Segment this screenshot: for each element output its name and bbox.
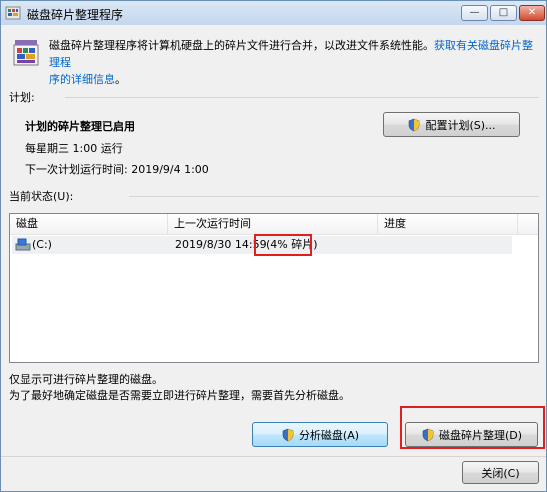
schedule-next-run: 下一次计划运行时间: 2019/9/4 1:00 — [25, 163, 209, 176]
footer-divider — [1, 456, 546, 457]
note-analyze-first: 为了最好地确定磁盘是否需要立即进行碎片整理，需要首先分析磁盘。 — [9, 389, 350, 402]
uac-shield-icon — [409, 118, 420, 131]
analyze-disk-label: 分析磁盘(A) — [298, 428, 360, 442]
schedule-divider — [65, 97, 539, 98]
minimize-button[interactable]: — — [461, 5, 488, 21]
configure-schedule-button[interactable]: 配置计划(S)... — [383, 112, 520, 137]
uac-shield-icon — [282, 428, 294, 441]
defrag-app-icon — [5, 6, 21, 20]
note-defraggable-only: 仅显示可进行碎片整理的磁盘。 — [9, 373, 163, 386]
close-button-label: 关闭(C) — [481, 466, 520, 480]
help-link-part2[interactable]: 序的详细信息 — [49, 73, 115, 86]
close-button[interactable]: 关闭(C) — [462, 461, 539, 484]
defrag-window: 磁盘碎片整理程序 — □ ✕ 磁盘碎片整理程序将计算机硬盘上的碎片文件进行合并，… — [0, 0, 547, 492]
analyze-disk-button[interactable]: 分析磁盘(A) — [252, 422, 388, 447]
drive-icon — [15, 238, 31, 251]
disk-list-header: 磁盘 上一次运行时间 进度 — [10, 214, 538, 235]
fragmentation-highlight — [254, 234, 312, 256]
column-last-run[interactable]: 上一次运行时间 — [168, 214, 378, 234]
description: 磁盘碎片整理程序将计算机硬盘上的碎片文件进行合并，以改进文件系统性能。获取有关磁… — [49, 37, 539, 88]
configure-schedule-label: 配置计划(S)... — [425, 118, 496, 132]
close-window-button[interactable]: ✕ — [519, 5, 545, 21]
column-disk[interactable]: 磁盘 — [10, 214, 168, 234]
schedule-frequency: 每星期三 1:00 运行 — [25, 142, 123, 155]
column-progress[interactable]: 进度 — [378, 214, 518, 234]
defragment-highlight — [400, 406, 545, 449]
disk-last-run: 2019/8/30 14:59 — [175, 238, 267, 251]
schedule-status: 计划的碎片整理已启用 — [25, 120, 135, 133]
current-status-divider — [129, 196, 539, 197]
window-title: 磁盘碎片整理程序 — [27, 8, 124, 22]
current-status-label: 当前状态(U): — [9, 190, 74, 203]
description-period: 。 — [115, 73, 126, 86]
defrag-logo-icon — [13, 40, 39, 66]
schedule-label: 计划: — [9, 91, 35, 104]
disk-name: (C:) — [32, 238, 52, 251]
title-bar[interactable]: 磁盘碎片整理程序 — □ ✕ — [1, 1, 546, 25]
description-text: 磁盘碎片整理程序将计算机硬盘上的碎片文件进行合并，以改进文件系统性能。 — [49, 39, 434, 52]
maximize-button[interactable]: □ — [490, 5, 517, 21]
